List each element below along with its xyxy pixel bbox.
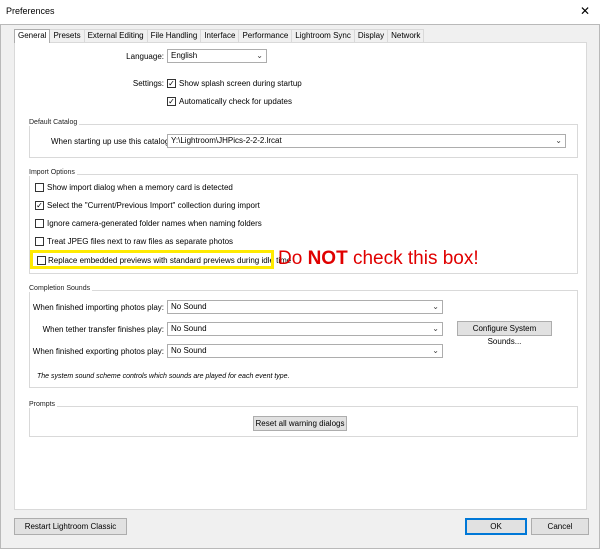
updates-label: Automatically check for updates: [179, 97, 292, 106]
general-panel: [14, 42, 587, 510]
highlight-box: [30, 250, 274, 269]
tab-interface[interactable]: Interface: [200, 29, 240, 42]
chevron-down-icon: ⌄: [432, 324, 439, 333]
tab-network[interactable]: Network: [387, 29, 425, 42]
completion-sounds-title: Completion Sounds: [29, 285, 93, 292]
window-title: Preferences: [6, 6, 55, 16]
import-sound-label: When finished importing photos play:: [32, 303, 164, 312]
chevron-down-icon: ⌄: [432, 346, 439, 355]
warning-annotation: Do NOT check this box!: [278, 248, 479, 270]
annotation-pre: Do: [278, 248, 308, 269]
ok-button[interactable]: OK: [465, 518, 527, 535]
import-option-checkbox[interactable]: [35, 219, 44, 228]
import-option-checkbox[interactable]: [35, 183, 44, 192]
tab-performance[interactable]: Performance: [238, 29, 293, 42]
import-option-label: Select the "Current/Previous Import" col…: [47, 201, 260, 210]
catalog-select[interactable]: Y:\Lightroom\JHPics-2-2-2.lrcat ⌄: [167, 134, 566, 148]
default-catalog-title: Default Catalog: [29, 119, 80, 126]
splash-label: Show splash screen during startup: [179, 79, 302, 88]
tab-external-editing[interactable]: External Editing: [83, 29, 148, 42]
import-option-checkbox[interactable]: ✓: [35, 201, 44, 210]
tether-sound-value: No Sound: [171, 324, 207, 333]
tab-presets[interactable]: Presets: [49, 29, 85, 42]
restart-lightroom-button[interactable]: Restart Lightroom Classic: [14, 518, 127, 535]
import-option-label: Show import dialog when a memory card is…: [47, 183, 233, 192]
import-option-label: Ignore camera-generated folder names whe…: [47, 219, 262, 228]
close-icon[interactable]: ✕: [580, 5, 590, 17]
language-value: English: [171, 51, 198, 60]
title-bar: [0, 0, 600, 24]
import-option-label: Treat JPEG files next to raw files as se…: [47, 237, 234, 246]
splash-checkbox[interactable]: ✓: [167, 79, 176, 88]
tab-display[interactable]: Display: [353, 29, 389, 42]
import-option-checkbox[interactable]: [35, 237, 44, 246]
import-sound-select[interactable]: No Sound ⌄: [167, 300, 443, 314]
export-sound-select[interactable]: No Sound ⌄: [167, 344, 443, 358]
tether-sound-label: When tether transfer finishes play:: [42, 325, 164, 334]
cancel-button[interactable]: Cancel: [531, 518, 589, 535]
catalog-value: Y:\Lightroom\JHPics-2-2-2.lrcat: [171, 136, 282, 145]
configure-system-sounds-button[interactable]: Configure System Sounds...: [457, 321, 552, 346]
reset-warning-dialogs-button[interactable]: Reset all warning dialogs: [253, 416, 347, 431]
language-label: Language:: [126, 52, 164, 61]
tab-bar: General Presets External Editing File Ha…: [14, 29, 425, 43]
chevron-down-icon: ⌄: [555, 136, 562, 145]
export-sound-label: When finished exporting photos play:: [32, 347, 164, 356]
tab-file-handling[interactable]: File Handling: [146, 29, 202, 42]
catalog-label: When starting up use this catalog:: [51, 137, 172, 146]
tab-lightroom-sync[interactable]: Lightroom Sync: [291, 29, 355, 42]
sound-info-text: The system sound scheme controls which s…: [37, 373, 290, 380]
annotation-bold: NOT: [307, 248, 348, 269]
tab-general[interactable]: General: [14, 29, 51, 43]
chevron-down-icon: ⌄: [432, 302, 439, 311]
language-select[interactable]: English ⌄: [167, 49, 267, 63]
annotation-post: check this box!: [347, 248, 479, 269]
prompts-title: Prompts: [29, 401, 58, 408]
chevron-down-icon: ⌄: [256, 51, 263, 60]
updates-checkbox[interactable]: ✓: [167, 97, 176, 106]
import-options-title: Import Options: [29, 169, 77, 176]
settings-label: Settings:: [132, 79, 164, 88]
export-sound-value: No Sound: [171, 346, 207, 355]
tether-sound-select[interactable]: No Sound ⌄: [167, 322, 443, 336]
import-sound-value: No Sound: [171, 302, 207, 311]
